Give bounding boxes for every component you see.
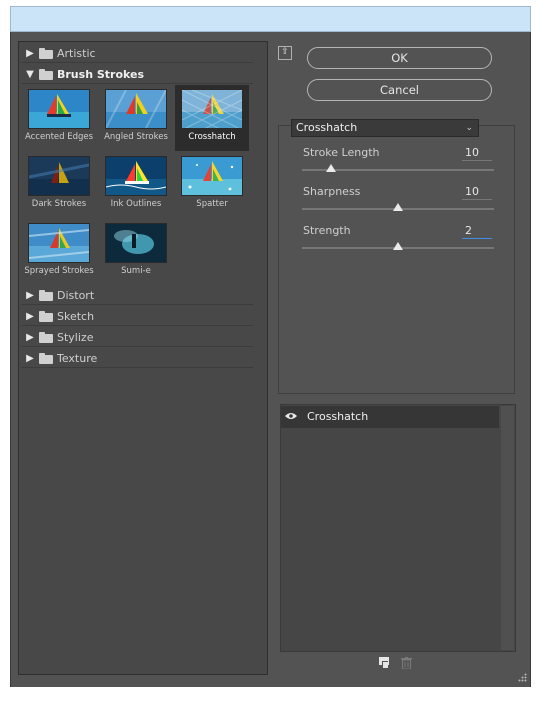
filter-thumb-ink-outlines[interactable]: Ink Outlines — [99, 152, 173, 218]
filter-thumb-sumi-e[interactable]: Sumi-e — [99, 219, 173, 285]
filter-select[interactable]: Crosshatch ⌄ — [291, 119, 479, 137]
category-label: Texture — [57, 351, 98, 365]
layers-scrollbar[interactable] — [501, 406, 514, 650]
folder-icon — [39, 290, 53, 301]
strength-input[interactable]: 2 — [462, 224, 492, 239]
thumbnail-image — [28, 223, 90, 263]
filter-thumb-spatter[interactable]: Spatter — [175, 152, 249, 218]
folder-icon — [39, 353, 53, 364]
thumbnail-image — [181, 156, 243, 196]
triangle-right-icon[interactable]: ▶ — [23, 311, 37, 322]
chevron-down-icon: ⌄ — [465, 123, 473, 133]
category-stylize[interactable]: ▶ Stylize — [21, 328, 253, 347]
strength-label: Strength — [303, 224, 351, 237]
thumbnail-label: Dark Strokes — [31, 199, 87, 209]
folder-icon — [39, 332, 53, 343]
thumbnail-label: Accented Edges — [24, 132, 94, 142]
filter-thumb-angled-strokes[interactable]: Angled Strokes — [99, 85, 173, 151]
filter-select-value: Crosshatch — [296, 121, 358, 134]
category-brush-strokes[interactable]: ▼ Brush Strokes — [21, 65, 253, 84]
thumbnail-image — [105, 89, 167, 129]
thumbnail-label: Sprayed Strokes — [24, 266, 94, 276]
filter-thumb-sprayed-strokes[interactable]: Sprayed Strokes — [22, 219, 96, 285]
category-label: Brush Strokes — [57, 67, 145, 81]
strength-slider-thumb[interactable] — [393, 242, 403, 250]
triangle-right-icon[interactable]: ▶ — [23, 48, 37, 59]
filter-settings-panel — [278, 125, 515, 394]
category-artistic[interactable]: ▶ Artistic — [21, 44, 253, 63]
thumbnail-image — [28, 156, 90, 196]
category-label: Stylize — [57, 330, 94, 344]
thumbnail-image — [181, 89, 243, 129]
effect-layers-panel — [280, 404, 516, 652]
category-label: Sketch — [57, 309, 95, 323]
sharpness-input[interactable]: 10 — [462, 185, 492, 200]
resize-grip-icon[interactable] — [518, 673, 527, 682]
thumbnail-label: Crosshatch — [188, 132, 236, 142]
stroke-length-label: Stroke Length — [303, 146, 380, 159]
cancel-button[interactable]: Cancel — [307, 79, 492, 101]
sharpness-slider-thumb[interactable] — [393, 203, 403, 211]
stroke-length-slider-thumb[interactable] — [325, 164, 336, 172]
triangle-down-icon[interactable]: ▼ — [23, 69, 37, 80]
filter-thumb-accented-edges[interactable]: Accented Edges — [22, 85, 96, 151]
filter-thumb-dark-strokes[interactable]: Dark Strokes — [22, 152, 96, 218]
eye-icon[interactable] — [285, 412, 297, 420]
effect-layer-row[interactable]: Crosshatch — [281, 406, 499, 428]
thumbnail-image — [105, 156, 167, 196]
thumbnail-label: Ink Outlines — [110, 199, 162, 209]
triangle-right-icon[interactable]: ▶ — [23, 353, 37, 364]
window-title-bar[interactable] — [10, 6, 531, 32]
effect-layer-name: Crosshatch — [307, 410, 369, 423]
new-effect-layer-icon[interactable] — [379, 657, 390, 669]
filter-thumb-crosshatch[interactable]: Crosshatch — [175, 85, 249, 151]
thumbnail-label: Spatter — [196, 199, 228, 209]
triangle-right-icon[interactable]: ▶ — [23, 290, 37, 301]
filter-gallery-dialog: ▶ Artistic ▼ Brush Strokes Accented Edge… — [10, 32, 531, 687]
folder-icon — [39, 69, 53, 80]
collapse-gallery-button[interactable]: ⇧ — [278, 46, 292, 60]
category-distort[interactable]: ▶ Distort — [21, 286, 253, 305]
thumbnail-image — [105, 223, 167, 263]
filter-categories-panel: ▶ Artistic ▼ Brush Strokes Accented Edge… — [18, 41, 268, 675]
category-sketch[interactable]: ▶ Sketch — [21, 307, 253, 326]
category-texture[interactable]: ▶ Texture — [21, 349, 253, 368]
triangle-right-icon[interactable]: ▶ — [23, 332, 37, 343]
category-label: Distort — [57, 288, 95, 302]
folder-icon — [39, 311, 53, 322]
stroke-length-input[interactable]: 10 — [462, 146, 492, 161]
ok-button[interactable]: OK — [307, 47, 492, 69]
trash-icon[interactable] — [401, 657, 412, 669]
folder-icon — [39, 48, 53, 59]
thumbnail-label: Sumi-e — [121, 266, 151, 276]
sharpness-label: Sharpness — [303, 185, 361, 198]
category-label: Artistic — [57, 46, 96, 60]
thumbnail-label: Angled Strokes — [104, 132, 168, 142]
thumbnail-image — [28, 89, 90, 129]
